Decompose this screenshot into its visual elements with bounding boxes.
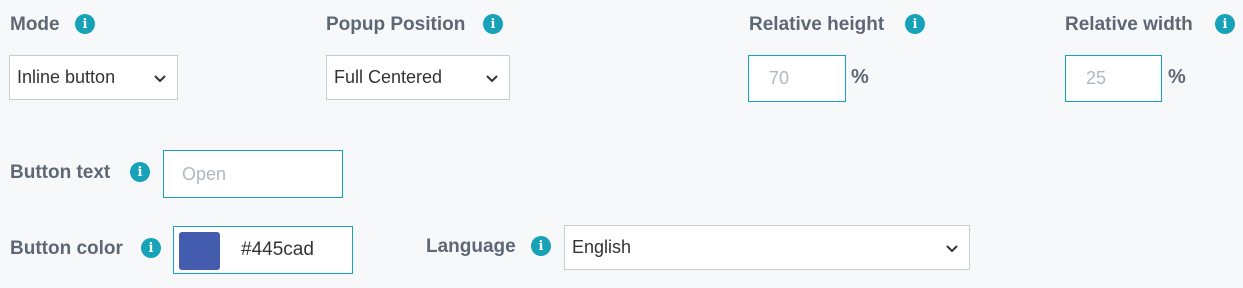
button-color-label: Button color [10,238,123,259]
popup-position-select[interactable]: Full Centered [326,55,510,100]
popup-position-info-icon[interactable]: i [483,14,503,34]
relative-height-info-icon[interactable]: i [905,14,925,34]
mode-label: Mode [10,14,60,35]
language-info-icon[interactable]: i [531,236,551,256]
mode-select-value: Inline button [17,67,116,87]
chevron-down-icon [154,74,166,82]
button-color-value: #445cad [241,239,314,260]
relative-width-input[interactable]: 25 [1065,55,1162,102]
mode-info-icon[interactable]: i [75,14,95,34]
relative-width-unit: % [1168,66,1186,88]
relative-height-unit: % [851,66,869,88]
relative-height-label: Relative height [749,14,885,35]
popup-position-select-value: Full Centered [334,67,443,87]
language-select-value: English [572,237,632,257]
chevron-down-icon [946,244,958,252]
button-text-label: Button text [10,162,111,183]
relative-width-placeholder: 25 [1086,68,1107,88]
button-color-info-icon[interactable]: i [141,238,161,258]
relative-width-info-icon[interactable]: i [1215,14,1235,34]
chevron-down-icon [486,74,498,82]
language-select[interactable]: English [564,225,970,270]
button-text-placeholder: Open [182,163,227,184]
mode-select[interactable]: Inline button [9,55,178,100]
relative-height-input[interactable]: 70 [748,55,846,102]
language-label: Language [426,236,516,257]
button-text-info-icon[interactable]: i [130,162,150,182]
popup-position-label: Popup Position [326,14,466,35]
relative-width-label: Relative width [1065,14,1193,35]
button-color-picker[interactable]: #445cad [173,226,353,274]
color-swatch[interactable] [179,232,220,270]
relative-height-placeholder: 70 [769,68,790,88]
button-text-input[interactable]: Open [163,150,343,198]
